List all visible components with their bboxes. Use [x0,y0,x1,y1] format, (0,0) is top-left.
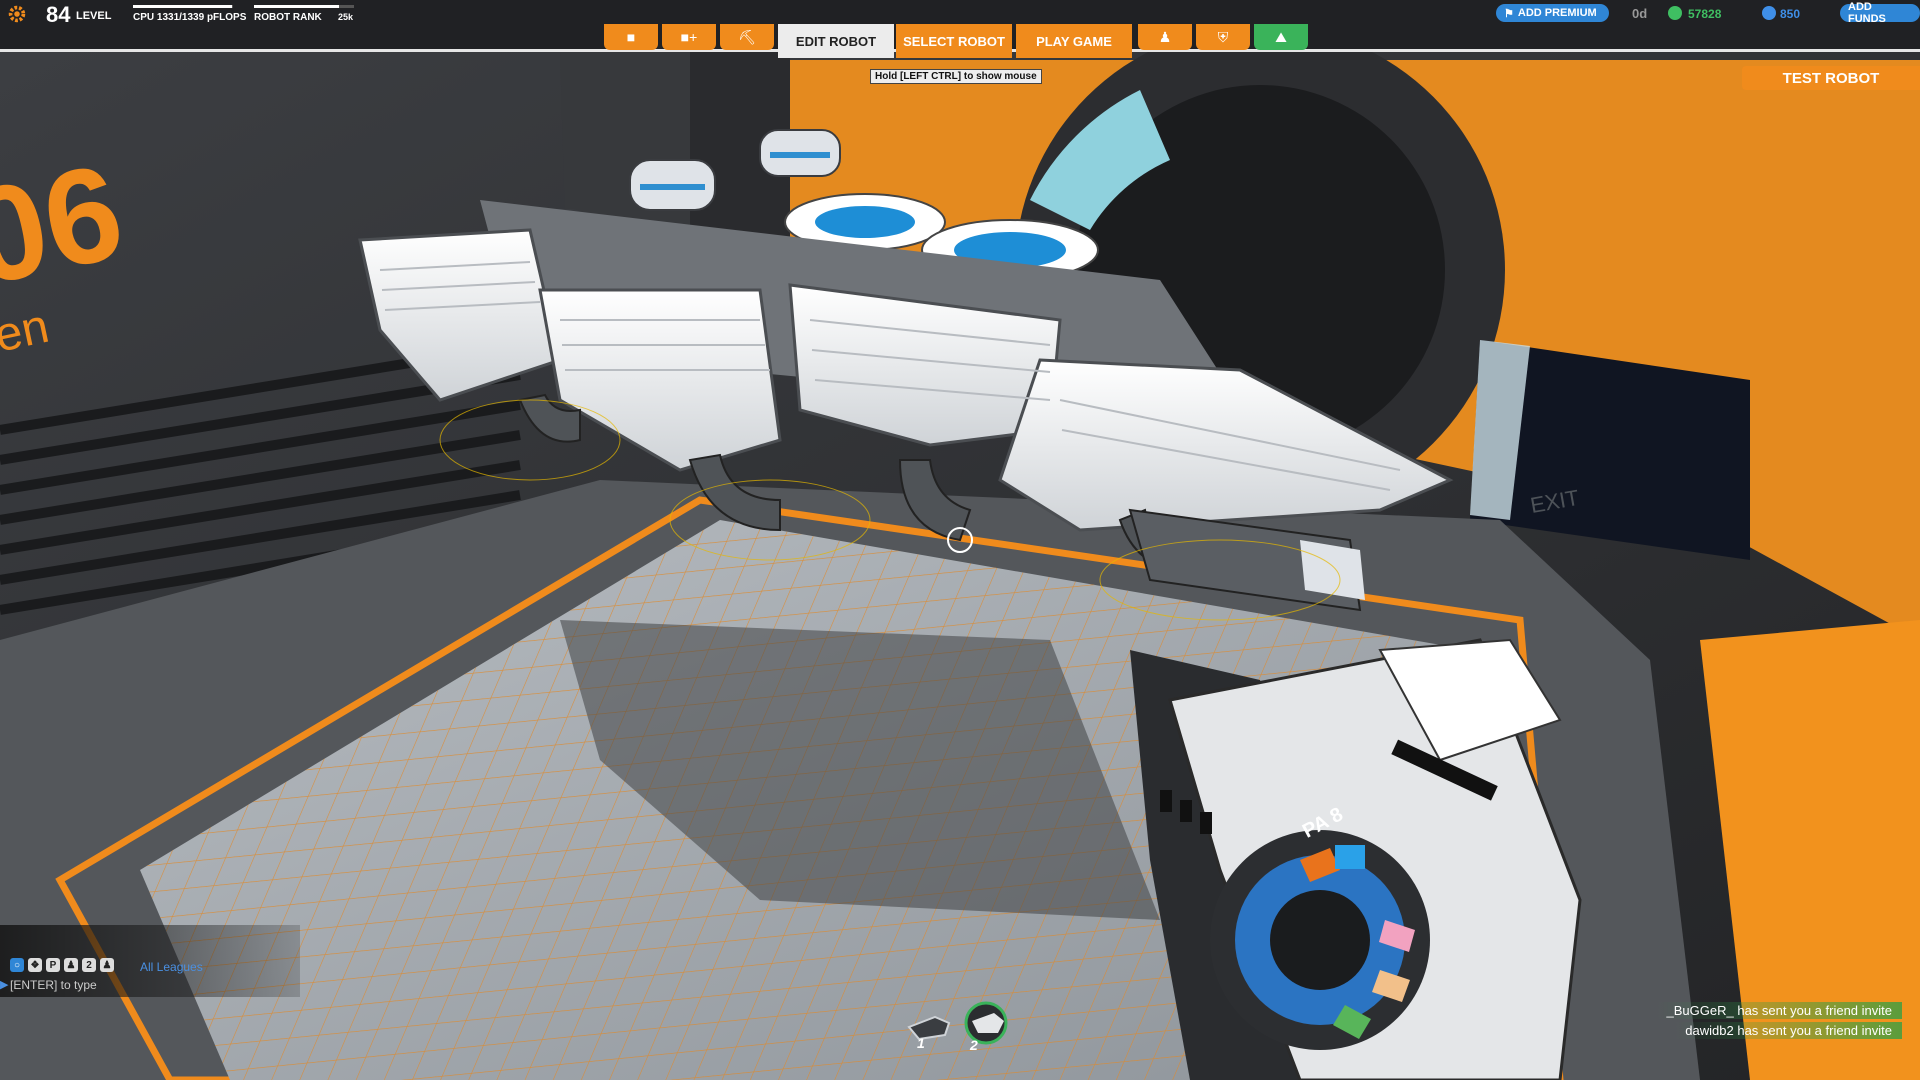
notification-name: _BuGGeR_ [1666,1003,1734,1018]
galaxy-coins-value: 850 [1780,7,1801,21]
chat-arrow-icon: ▶ [0,979,9,991]
globe-icon[interactable]: ○ [10,958,24,972]
settings-gear-icon[interactable] [6,3,28,25]
hotbar-slot-1[interactable]: 1 [905,1005,953,1051]
tab-play-game[interactable]: PLAY GAME [1016,24,1132,58]
add-funds-button[interactable]: ADD FUNDS [1840,1,1920,25]
friend-invite-notification[interactable]: dawidb2 has sent you a friend invite [1675,1022,1902,1039]
rank-bar [254,5,354,8]
chat-input[interactable]: [ENTER] to type [10,978,97,992]
garage-icon[interactable]: ⛰ [1254,24,1308,50]
cpu-label: CPU 1331/1339 pFLOPS [133,12,247,23]
chat-channel-label[interactable]: All Leagues [140,960,203,974]
top-bar: 84 LEVEL CPU 1331/1339 pFLOPS ROBOT RANK… [0,0,1920,58]
notification-text: has sent you a friend invite [1737,1023,1892,1038]
party-icon[interactable]: P [46,958,60,972]
weapon-icon [907,1015,951,1041]
add-premium-button[interactable]: ⚑ ADD PREMIUM [1496,4,1609,22]
wrench-icon[interactable]: ⛏ [720,24,774,50]
build-gun-icon [964,1001,1008,1045]
friend-invite-notification[interactable]: _BuGGeR_ has sent you a friend invite [1656,1002,1902,1019]
galaxy-coins-icon [1762,6,1776,20]
slot-number: 1 [917,1035,925,1051]
clan-icon[interactable]: ❖ [28,958,42,972]
tab-select-robot[interactable]: SELECT ROBOT [896,24,1012,58]
group-icon[interactable]: 2 [82,958,96,972]
rank-value: 25k [338,12,354,22]
build-gun: PA 8 [1130,638,1582,1080]
rank-fill [254,5,339,8]
shield-icon[interactable]: ⛨ [1196,24,1250,50]
cpu-fill [133,5,233,8]
hotbar-slot-2[interactable]: 2 [960,999,1008,1053]
cpu-bar [133,5,233,8]
garage-scene: 06 en EXIT PA 8 [0,25,1920,1080]
premium-days: 0d [1632,6,1648,21]
cube-icon[interactable]: ■ [604,24,658,50]
notification-text: has sent you a friend invite [1737,1003,1892,1018]
notification-name: dawidb2 [1685,1023,1734,1038]
mouse-hint-tooltip: Hold [LEFT CTRL] to show mouse [870,69,1042,84]
rank-label: ROBOT RANK [254,12,322,23]
friend-icon[interactable]: ♟ [64,958,78,972]
level-label: LEVEL [76,10,112,22]
robits-value: 57828 [1688,7,1722,21]
custom-icon[interactable]: ♟ [100,958,114,972]
robits-icon [1668,6,1682,20]
player-level: 84 [46,2,71,27]
cube-add-icon[interactable]: ■+ [662,24,716,50]
tab-edit-robot[interactable]: EDIT ROBOT [778,24,894,58]
slot-number: 2 [970,1037,978,1053]
premium-icon: ⚑ [1504,7,1514,20]
test-robot-button[interactable]: TEST ROBOT [1742,66,1920,90]
add-premium-label: ADD PREMIUM [1517,7,1597,19]
chat-channel-icons: ○ ❖ P ♟ 2 ♟ [10,958,114,972]
player-icon[interactable]: ♟ [1138,24,1192,50]
